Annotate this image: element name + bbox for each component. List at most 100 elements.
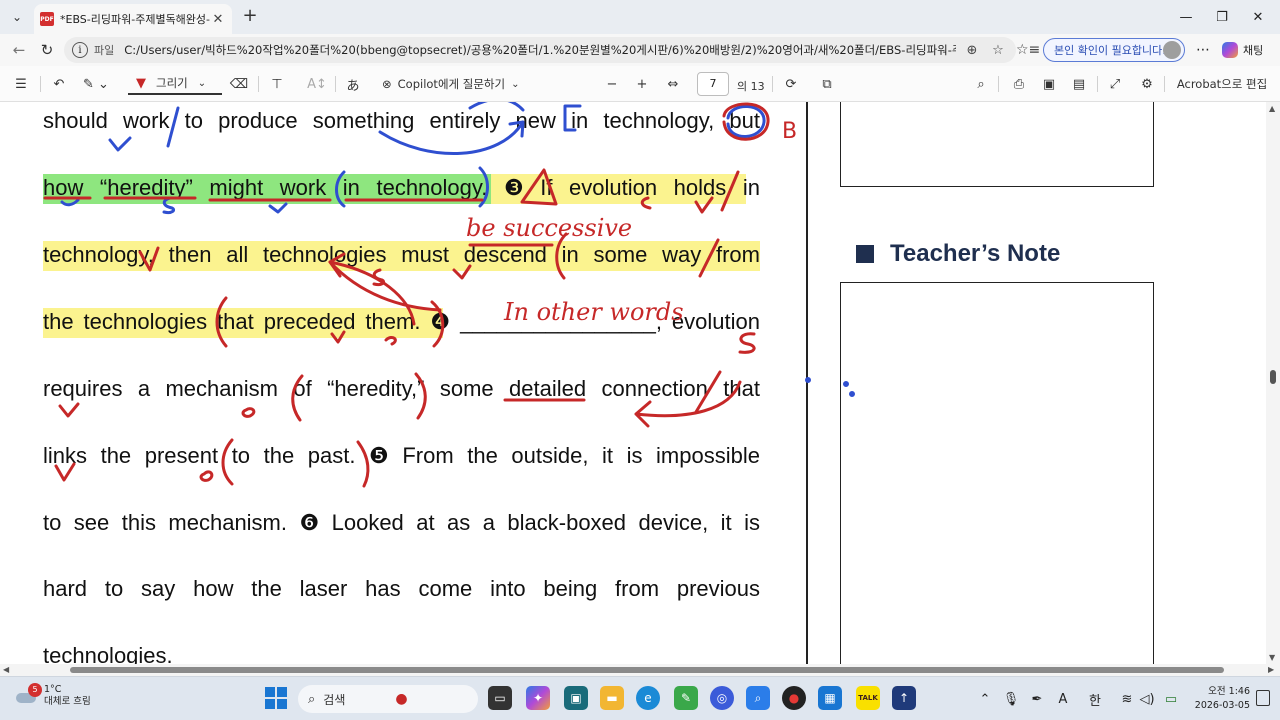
zoom-icon[interactable]: ⊕ [962, 43, 982, 58]
ink-blue-check [268, 202, 288, 214]
undo-icon[interactable]: ↶ [48, 73, 70, 95]
page-number-input[interactable]: 7 [697, 72, 729, 96]
copilot-chat-button[interactable]: 채팅 [1222, 39, 1263, 61]
pen-tray-icon[interactable]: ✒ [1028, 688, 1046, 710]
favorites-icon[interactable]: ☆≡ [1016, 39, 1040, 61]
search-icon[interactable]: ⌕ [970, 73, 992, 95]
search-app-icon[interactable]: ⌕ [746, 686, 770, 710]
highlight-tool-icon[interactable]: ✎ ⌄ [76, 73, 116, 95]
wifi-icon[interactable]: ≋ [1118, 688, 1136, 710]
pdf-file-icon: PDF [40, 12, 54, 26]
microphone-icon[interactable]: 🎙 [1002, 688, 1020, 710]
passage-line: hard to say how the laser has come into being from… [43, 574, 760, 604]
copilot-ask-button[interactable]: ⊗ Copilot에게 질문하기 ⌄ [382, 73, 532, 95]
vertical-scrollbar[interactable]: ▲ ▼ [1266, 102, 1280, 664]
copilot-app-icon[interactable]: ✦ [526, 686, 550, 710]
taskbar-search-label: 검색 [323, 692, 346, 707]
passage-word: connection [601, 376, 708, 401]
language-label[interactable]: 한 [1086, 688, 1104, 710]
passage-word: mechanism. [168, 510, 287, 535]
notes-app-icon[interactable]: ✎ [674, 686, 698, 710]
passage-word: technologies [263, 242, 387, 267]
passage-word: a [137, 376, 151, 401]
url-text[interactable]: C:/Users/user/빅하드%20작업%20폴더%20(bbeng@top… [124, 42, 956, 58]
passage-word: present [144, 443, 219, 468]
kakaotalk-icon[interactable]: TALK [856, 686, 880, 710]
notification-icon[interactable] [1256, 690, 1270, 706]
tab-close-button[interactable]: ✕ [210, 12, 226, 27]
passage-word: impossible [656, 443, 760, 468]
save-as-icon[interactable]: ▤ [1068, 73, 1090, 95]
close-window-icon[interactable]: ✕ [1240, 0, 1276, 34]
url-field[interactable]: i 파일 C:/Users/user/빅하드%20작업%20폴더%20(bben… [64, 37, 1016, 63]
save-icon[interactable]: ▣ [1038, 73, 1060, 95]
more-options-icon[interactable]: ⋯ [1192, 39, 1214, 61]
file-explorer-icon[interactable]: ▬ [600, 686, 624, 710]
passage-word: preceded [263, 309, 356, 334]
eraser-icon[interactable]: ⌫ [228, 73, 250, 95]
page-view-icon[interactable]: ⧉ [816, 73, 838, 95]
passage-word: hard [43, 576, 88, 601]
task-view-icon[interactable]: ▭ [488, 686, 512, 710]
zoom-in-icon[interactable]: + [632, 73, 652, 95]
upload-app-icon[interactable]: ↑ [892, 686, 916, 710]
passage-word: work [279, 175, 327, 200]
record-app-icon[interactable]: ● [782, 686, 806, 710]
taskbar-search-box[interactable]: ⌕ 검색 ● [298, 685, 478, 713]
pdf-page-view[interactable]: should work to produce something entirely new i… [0, 102, 1266, 664]
chevron-down-icon[interactable]: ⌄ [198, 78, 206, 89]
scroll-right-icon[interactable]: ▶ [1268, 665, 1274, 674]
text-box-icon[interactable]: ⊤ [266, 73, 288, 95]
refresh-icon[interactable]: ↻ [36, 39, 58, 61]
info-icon[interactable]: i [72, 42, 88, 58]
favorite-star-icon[interactable]: ☆ [988, 43, 1008, 58]
store-app-icon[interactable]: ▦ [818, 686, 842, 710]
draw-tool-button[interactable]: ▼ 그리기 ⌄ [128, 73, 222, 95]
fullscreen-icon[interactable]: ⤢ [1104, 73, 1126, 95]
zoom-out-icon[interactable]: − [602, 73, 622, 95]
weather-widget[interactable]: 5 1°C 대체로 흐림 [14, 683, 91, 708]
system-clock[interactable]: 오전 1:46 2026-03-05 [1190, 685, 1250, 713]
ime-mode-label[interactable]: A [1054, 688, 1072, 710]
browser-app-icon[interactable]: ◎ [710, 686, 734, 710]
windows-start-icon[interactable] [264, 686, 288, 710]
passage-word: “heredity” [99, 175, 193, 200]
horizontal-scroll-thumb[interactable] [70, 667, 1224, 673]
scroll-left-icon[interactable]: ◀ [3, 665, 9, 674]
passage-word: “heredity,” [327, 376, 425, 401]
fit-page-icon[interactable]: ⇔ [662, 73, 684, 95]
rotate-icon[interactable]: ⟳ [780, 73, 802, 95]
passage-word: to [104, 576, 124, 601]
minimize-icon[interactable]: — [1168, 0, 1204, 34]
contents-icon[interactable]: ☰ [10, 73, 32, 95]
passage-word: laser [299, 576, 348, 601]
scroll-down-icon[interactable]: ▼ [1269, 653, 1275, 662]
maximize-icon[interactable]: ❐ [1204, 0, 1240, 34]
acrobat-edit-button[interactable]: Acrobat으로 편집 [1172, 73, 1272, 95]
passage-word: requires [43, 376, 123, 401]
chevron-down-icon[interactable]: ⌄ [511, 79, 519, 90]
battery-icon[interactable]: ▭ [1160, 688, 1182, 710]
vertical-scroll-thumb[interactable] [1270, 370, 1276, 384]
passage-word: in [571, 108, 589, 133]
app-icon[interactable]: ▣ [564, 686, 588, 710]
scroll-up-icon[interactable]: ▲ [1269, 104, 1275, 113]
passage-word: evolution [671, 309, 760, 334]
edge-browser-icon[interactable]: e [636, 686, 660, 710]
horizontal-scrollbar[interactable]: ◀ ▶ [0, 664, 1280, 676]
new-tab-button[interactable]: + [240, 7, 260, 27]
tab-pdf-document[interactable]: PDF *EBS-리딩파워-주제별독해완성-수 ✕ [34, 4, 232, 34]
ink-red-check [58, 402, 80, 418]
read-aloud-icon[interactable]: あ [342, 73, 364, 95]
back-icon[interactable]: ← [8, 39, 30, 61]
profile-verify-button[interactable]: 본인 확인이 필요합니다. [1043, 38, 1185, 62]
passage-word: previous [676, 576, 760, 601]
tray-chevron-up-icon[interactable]: ⌃ [978, 688, 992, 710]
copilot-ask-label: Copilot에게 질문하기 [397, 77, 506, 91]
copilot-icon [1222, 42, 1238, 58]
settings-gear-icon[interactable]: ⚙ [1136, 73, 1158, 95]
tab-actions-menu-icon[interactable]: ⌄ [6, 6, 28, 28]
print-icon[interactable]: ⎙ [1008, 73, 1030, 95]
volume-icon[interactable]: ◁) [1138, 688, 1156, 710]
note-box-top [840, 102, 1154, 187]
